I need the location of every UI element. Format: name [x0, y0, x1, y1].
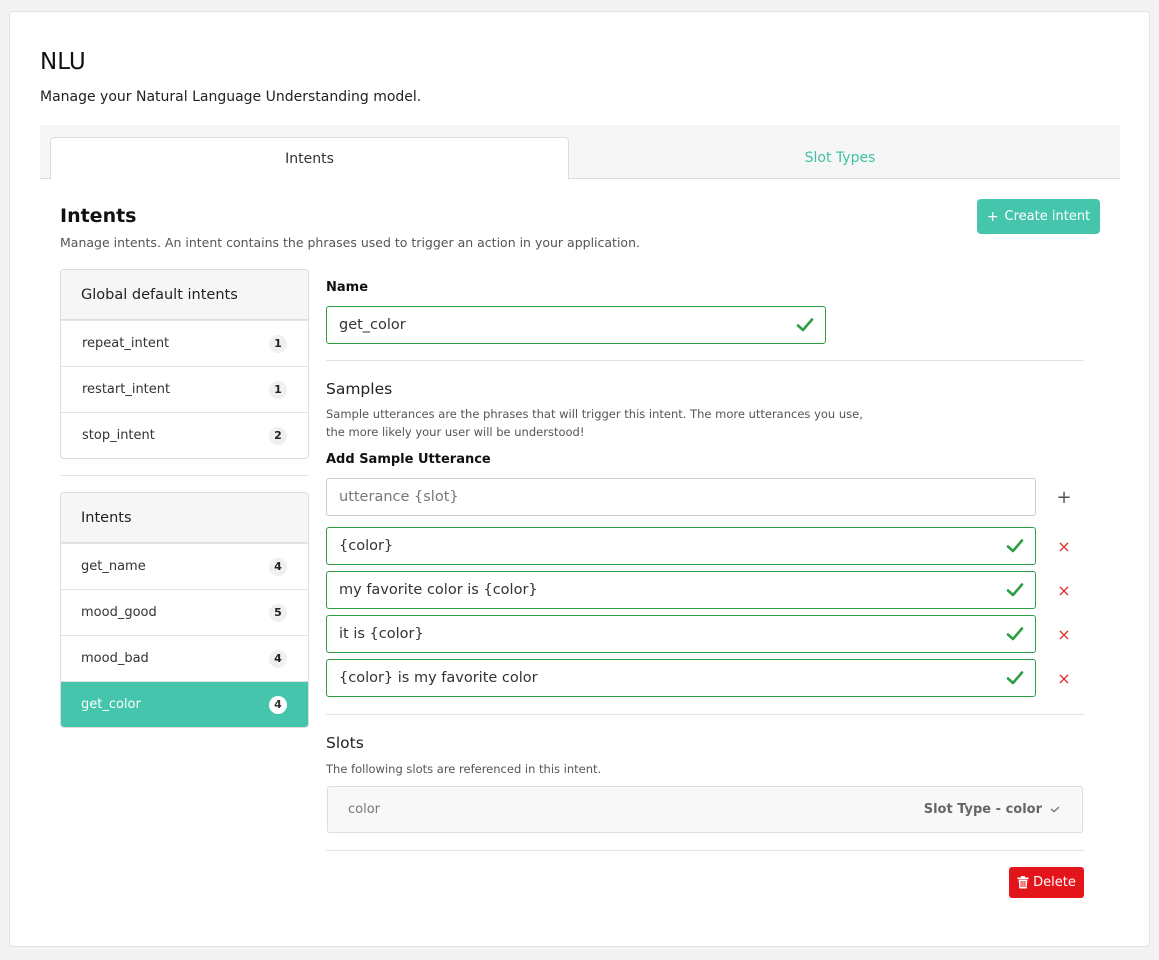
page-title: NLU [40, 49, 86, 75]
intents-list: Intents get_name 4 mood_good 5 mood_bad … [60, 492, 309, 728]
global-intent-item[interactable]: stop_intent 2 [61, 412, 308, 458]
slot-row: color Slot Type - color [327, 786, 1083, 833]
chevron-down-icon [1050, 806, 1060, 812]
close-icon: × [1057, 668, 1071, 688]
sample-utterance-field[interactable]: {color} is my favorite color [326, 659, 1036, 697]
sample-utterance-text: {color} is my favorite color [339, 670, 538, 686]
close-icon: × [1057, 580, 1071, 600]
section-subtitle: Manage intents. An intent contains the p… [60, 235, 640, 250]
delete-button[interactable]: Delete [1009, 867, 1084, 898]
sample-utterance-text: it is {color} [339, 626, 424, 642]
slots-description: The following slots are referenced in th… [326, 762, 602, 776]
sidebar-divider [60, 475, 309, 476]
add-sample-placeholder: utterance {slot} [339, 489, 459, 505]
sample-utterance-field[interactable]: it is {color} [326, 615, 1036, 653]
delete-label: Delete [1033, 875, 1076, 890]
create-intent-label: Create intent [1004, 209, 1091, 224]
intent-name: stop_intent [82, 428, 155, 443]
name-input[interactable]: get_color [326, 306, 826, 344]
intent-count-badge: 1 [269, 380, 287, 399]
add-sample-button[interactable]: + [1056, 486, 1072, 508]
divider [326, 850, 1084, 851]
create-intent-button[interactable]: + Create intent [977, 199, 1100, 234]
intents-header: Intents [61, 493, 308, 543]
divider [326, 714, 1084, 715]
tab-slot-types[interactable]: Slot Types [570, 137, 1110, 179]
name-value: get_color [339, 317, 406, 333]
slot-type-value: Slot Type - color [923, 802, 1042, 817]
divider [326, 360, 1084, 361]
global-intent-item[interactable]: restart_intent 1 [61, 366, 308, 412]
intent-count-badge: 1 [269, 334, 287, 353]
intent-item-selected[interactable]: get_color 4 [61, 681, 308, 727]
remove-sample-button[interactable]: × [1056, 536, 1072, 556]
intent-name: repeat_intent [82, 336, 170, 351]
check-icon [1006, 583, 1024, 597]
sample-utterance-field[interactable]: {color} [326, 527, 1036, 565]
remove-sample-button[interactable]: × [1056, 668, 1072, 688]
intent-item[interactable]: mood_good 5 [61, 589, 308, 635]
intent-name: mood_good [81, 605, 157, 620]
intent-count-badge: 2 [269, 426, 287, 445]
intent-name: get_color [81, 697, 141, 712]
close-icon: × [1057, 624, 1071, 644]
sample-utterance-field[interactable]: my favorite color is {color} [326, 571, 1036, 609]
page-subtitle: Manage your Natural Language Understandi… [40, 89, 422, 105]
intent-count-badge: 5 [269, 603, 287, 622]
global-intent-item[interactable]: repeat_intent 1 [61, 320, 308, 366]
global-intents-header: Global default intents [61, 270, 308, 320]
trash-icon [1017, 876, 1029, 889]
remove-sample-button[interactable]: × [1056, 624, 1072, 644]
name-label: Name [326, 280, 369, 295]
check-icon [1006, 627, 1024, 641]
intent-item[interactable]: mood_bad 4 [61, 635, 308, 681]
tab-bar: Intents Slot Types [40, 125, 1120, 180]
check-icon [796, 318, 814, 332]
remove-sample-button[interactable]: × [1056, 580, 1072, 600]
global-intents-list: Global default intents repeat_intent 1 r… [60, 269, 309, 459]
close-icon: × [1057, 536, 1071, 556]
plus-icon: + [1056, 486, 1072, 508]
samples-description-1: Sample utterances are the phrases that w… [326, 407, 863, 421]
intent-count-badge: 4 [269, 557, 287, 576]
plus-icon: + [986, 208, 999, 225]
section-title: Intents [60, 205, 137, 227]
slots-title: Slots [326, 734, 364, 752]
intent-name: mood_bad [81, 651, 149, 666]
sample-utterance-text: {color} [339, 538, 394, 554]
main-card: NLU Manage your Natural Language Underst… [9, 11, 1150, 947]
add-sample-input[interactable]: utterance {slot} [326, 478, 1036, 516]
intent-item[interactable]: get_name 4 [61, 543, 308, 589]
intent-count-badge: 4 [269, 695, 287, 714]
check-icon [1006, 539, 1024, 553]
sample-utterance-text: my favorite color is {color} [339, 582, 538, 598]
intent-count-badge: 4 [269, 649, 287, 668]
add-sample-label: Add Sample Utterance [326, 452, 491, 467]
intent-name: get_name [81, 559, 146, 574]
slot-name: color [348, 802, 381, 817]
intent-name: restart_intent [82, 382, 171, 397]
samples-description-2: the more likely your user will be unders… [326, 425, 585, 439]
slot-type-select[interactable]: Slot Type - color [924, 802, 1060, 817]
tab-intents[interactable]: Intents [50, 137, 569, 180]
samples-title: Samples [326, 380, 393, 398]
check-icon [1006, 671, 1024, 685]
